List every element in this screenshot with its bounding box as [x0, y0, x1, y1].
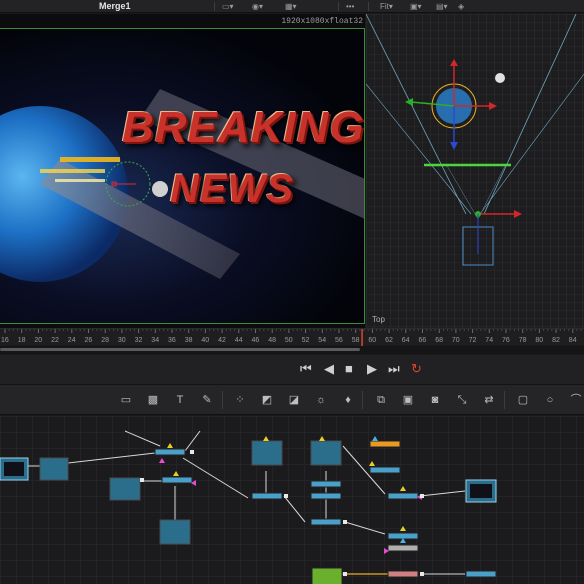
timeline-ruler[interactable]: 16 18 20 22 24 26 28 30 32 34 36 38 40 42 44 46 48 50 52 54… [0, 328, 584, 346]
merge-icon[interactable]: ⧉ [374, 393, 388, 407]
ruler-tick-label: 76 [502, 337, 510, 344]
viewer-3d[interactable]: Top [366, 14, 584, 328]
ruler-tick-label: 26 [85, 337, 93, 344]
ruler-tick-label: 24 [68, 337, 76, 344]
ruler-tick-label: 66 [419, 337, 427, 344]
ruler-tick-label: 80 [535, 337, 543, 344]
ruler-tick-label: 78 [519, 337, 527, 344]
go-to-start-button[interactable]: ⏮ [300, 362, 312, 376]
polygon-mask-icon[interactable]: ▢ [516, 393, 530, 407]
color-correct-icon[interactable]: ◪ [287, 393, 301, 407]
ruler-tick-label: 44 [235, 337, 243, 344]
brightness-icon[interactable]: ☼ [314, 393, 328, 407]
channel-booleans-icon[interactable]: ▣ [401, 393, 415, 407]
ruler-tick-label: 22 [51, 337, 59, 344]
scroll-thumb[interactable] [0, 348, 360, 351]
divider [214, 2, 215, 11]
text-icon[interactable]: T [173, 393, 187, 407]
fit-dropdown[interactable]: Fit▾ [380, 1, 393, 12]
divider [338, 2, 339, 11]
ruler-tick-label: 54 [318, 337, 326, 344]
blur-icon[interactable]: ◩ [260, 393, 274, 407]
node-graph [0, 430, 497, 584]
play-button[interactable]: ▶ [367, 362, 377, 376]
divider [368, 2, 369, 11]
step-back-button[interactable]: ◀ [324, 362, 334, 376]
ruler-tick-label: 60 [368, 337, 376, 344]
resize-icon[interactable]: ⤡ [455, 393, 469, 407]
top-view-grid [366, 14, 584, 328]
node-editor[interactable] [0, 416, 584, 584]
transform-icon[interactable]: ⇄ [482, 393, 496, 407]
particles-icon[interactable]: ⁘ [233, 393, 247, 407]
ruler-tick-label: 48 [268, 337, 276, 344]
light-orb [152, 181, 168, 197]
ruler-tick-label: 38 [185, 337, 193, 344]
paint-mask-icon[interactable]: ▩ [146, 393, 160, 407]
matte-icon[interactable]: ◙ [428, 393, 442, 407]
ruler-tick-label: 56 [335, 337, 343, 344]
ruler-tick-label: 46 [252, 337, 260, 344]
headline-breaking: BREAKING [122, 103, 365, 152]
stop-button[interactable]: ■ [345, 362, 353, 376]
ruler-tick-label: 68 [435, 337, 443, 344]
brush-icon[interactable]: ✎ [200, 393, 214, 407]
node-tile [39, 457, 69, 481]
render-frame[interactable]: BREAKING NEWS [0, 28, 365, 324]
go-to-end-button[interactable]: ⏭ [388, 362, 400, 376]
lut-icon[interactable]: ◉▾ [252, 1, 263, 12]
ruler-tick-label: 82 [552, 337, 560, 344]
light-3d [495, 73, 505, 83]
divider [504, 391, 505, 409]
timeline-scrollbar[interactable] [0, 346, 584, 354]
ruler-tick-label: 18 [18, 337, 26, 344]
ruler-tick-label: 30 [118, 337, 126, 344]
sync-icon[interactable]: ◈ [458, 1, 464, 12]
channel-icon[interactable]: ▣▾ [410, 1, 422, 12]
divider [222, 391, 223, 409]
ruler-tick-label: 50 [285, 337, 293, 344]
divider [362, 391, 363, 409]
view-label: Top [372, 315, 385, 324]
ruler-tick-label: 64 [402, 337, 410, 344]
ruler-tick-label: 34 [151, 337, 159, 344]
ruler-tick-label: 40 [201, 337, 209, 344]
view-options-icon[interactable]: ▭▾ [222, 1, 234, 12]
ellipse-mask-icon[interactable]: ○ [543, 393, 557, 407]
ruler-tick-label: 20 [34, 337, 42, 344]
ruler-tick-label: 42 [218, 337, 226, 344]
loop-button[interactable]: ↻ [411, 362, 422, 376]
ruler-tick-label: 32 [135, 337, 143, 344]
ruler-tick-label: 70 [452, 337, 460, 344]
ruler-tick-label: 84 [569, 337, 577, 344]
ruler-tick-label: 72 [469, 337, 477, 344]
node-title: Merge1 [99, 1, 131, 11]
ruler-tick-label: 28 [101, 337, 109, 344]
ruler-ticks: 16 18 20 22 24 26 28 30 32 34 36 38 40 42 44 46 48 50 52 54… [1, 329, 582, 346]
ruler-tick-label: 62 [385, 337, 393, 344]
ruler-tick-label: 52 [302, 337, 310, 344]
ruler-tick-label: 16 [1, 337, 9, 344]
drop-icon[interactable]: ♦ [341, 393, 355, 407]
more-options-icon[interactable]: ••• [346, 1, 354, 12]
transport-controls: ⏮ ◀ ■ ▶ ⏭ ↻ [0, 355, 584, 385]
viewer-title-bar: Merge1 ▭▾ ◉▾ ▦▾ ••• Fit▾ ▣▾ ▤▾ ◈ [0, 0, 584, 13]
options-icon[interactable]: ▤▾ [436, 1, 448, 12]
ruler-tick-label: 58 [352, 337, 360, 344]
bspline-mask-icon[interactable]: ⌒ [569, 393, 583, 407]
node-toolbar: ▭ ▩ T ✎ ⁘ ◩ ◪ ☼ ♦ ⧉ ▣ ◙ ⤡ ⇄ ▢ ○ ⌒ [0, 385, 584, 415]
grid-icon[interactable]: ▦▾ [285, 1, 297, 12]
headline-news: NEWS [170, 167, 294, 211]
ruler-tick-label: 74 [485, 337, 493, 344]
resolution-label: 1920x1080xfloat32 [281, 17, 363, 26]
background-icon[interactable]: ▭ [119, 393, 133, 407]
ruler-tick-label: 36 [168, 337, 176, 344]
viewer-2d[interactable]: 1920x1080xfloat32 BREAKING NEWS [0, 14, 365, 328]
